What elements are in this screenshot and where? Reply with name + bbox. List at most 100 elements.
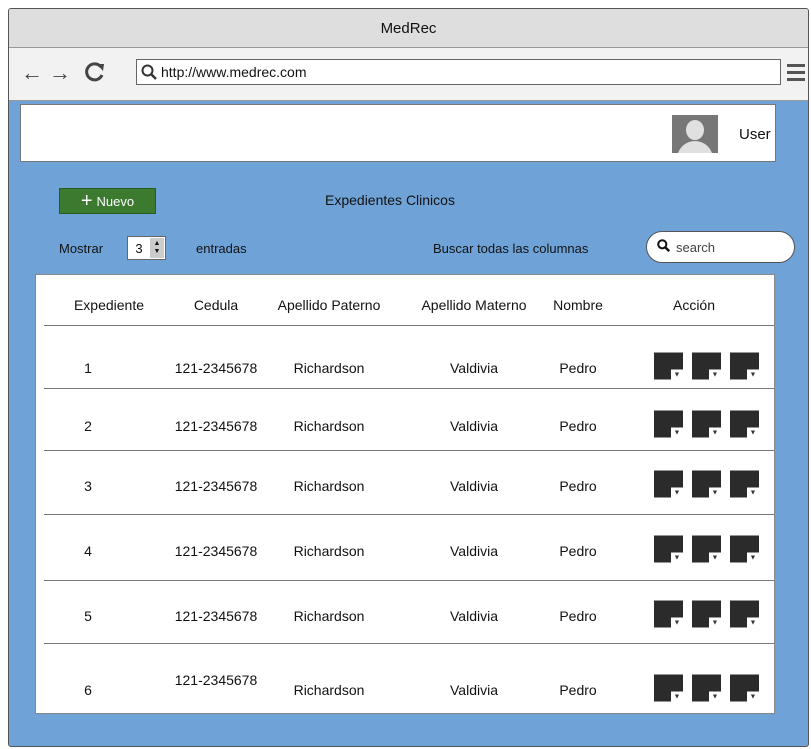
refresh-icon[interactable] [84,61,106,87]
action-dropdown-button[interactable]: ▼ [692,410,721,438]
search-icon [657,239,671,255]
user-label[interactable]: User [739,126,771,143]
cell-apellido-materno: Valdivia [450,608,498,624]
new-button-label: Nuevo [96,193,135,209]
row-actions: ▼ ▼ ▼ [654,600,759,628]
cell-cedula: 121-2345678 [174,672,258,688]
column-header[interactable]: Apellido Materno [421,297,526,313]
action-dropdown-button[interactable]: ▼ [730,600,759,628]
cell-apellido-materno: Valdivia [450,418,498,434]
dropdown-arrow-icon: ▼ [747,617,759,628]
divider [44,388,774,389]
action-dropdown-button[interactable]: ▼ [730,410,759,438]
action-dropdown-button[interactable]: ▼ [654,470,683,498]
row-actions: ▼ ▼ ▼ [654,352,759,380]
divider [44,514,774,515]
address-bar[interactable]: http://www.medrec.com [136,59,781,85]
dropdown-arrow-icon: ▼ [671,617,683,628]
divider [44,325,774,326]
column-header[interactable]: Acción [673,297,715,313]
divider [44,450,774,451]
dropdown-arrow-icon: ▼ [671,691,683,702]
forward-icon[interactable]: → [49,62,71,84]
cell-nombre: Pedro [559,360,597,376]
action-dropdown-button[interactable]: ▼ [692,535,721,563]
page-title: Expedientes Clinicos [325,192,455,208]
action-dropdown-button[interactable]: ▼ [692,600,721,628]
cell-expediente: 6 [84,682,92,698]
action-dropdown-button[interactable]: ▼ [654,535,683,563]
cell-apellido-paterno: Richardson [293,418,365,434]
cell-apellido-paterno: Richardson [293,543,365,559]
dropdown-arrow-icon: ▼ [747,369,759,380]
back-icon[interactable]: ← [21,62,43,84]
avatar[interactable] [672,115,718,153]
row-actions: ▼ ▼ ▼ [654,470,759,498]
cell-apellido-paterno: Richardson [293,608,365,624]
action-dropdown-button[interactable]: ▼ [692,470,721,498]
cell-apellido-materno: Valdivia [450,543,498,559]
cell-nombre: Pedro [559,682,597,698]
dropdown-arrow-icon: ▼ [709,617,721,628]
cell-expediente: 2 [84,418,92,434]
cell-expediente: 1 [84,360,92,376]
cell-nombre: Pedro [559,608,597,624]
cell-cedula: 121-2345678 [174,608,258,624]
search-icon [137,64,161,80]
dropdown-arrow-icon: ▼ [747,552,759,563]
cell-apellido-paterno: Richardson [293,360,365,376]
records-table: Expediente Cedula Apellido Paterno Apell… [35,274,775,714]
action-dropdown-button[interactable]: ▼ [730,674,759,702]
menu-icon[interactable] [787,64,805,85]
row-actions: ▼ ▼ ▼ [654,410,759,438]
search-input[interactable] [674,238,778,256]
cell-nombre: Pedro [559,418,597,434]
action-dropdown-button[interactable]: ▼ [654,674,683,702]
action-dropdown-button[interactable]: ▼ [692,352,721,380]
column-header[interactable]: Apellido Paterno [278,297,381,313]
dropdown-arrow-icon: ▼ [671,552,683,563]
cell-apellido-materno: Valdivia [450,682,498,698]
action-dropdown-button[interactable]: ▼ [692,674,721,702]
row-actions: ▼ ▼ ▼ [654,535,759,563]
cell-cedula: 121-2345678 [174,478,258,494]
cell-cedula: 121-2345678 [174,543,258,559]
divider [44,643,774,644]
action-dropdown-button[interactable]: ▼ [730,535,759,563]
cell-cedula: 121-2345678 [174,418,258,434]
action-dropdown-button[interactable]: ▼ [730,470,759,498]
app-header: User [20,104,776,162]
dropdown-arrow-icon: ▼ [747,427,759,438]
entries-stepper[interactable]: 3 ▲ ▼ [127,236,166,260]
column-header[interactable]: Expediente [74,297,144,313]
dropdown-arrow-icon: ▼ [671,427,683,438]
dropdown-arrow-icon: ▼ [747,487,759,498]
new-record-button[interactable]: + Nuevo [59,188,156,214]
column-header[interactable]: Nombre [553,297,603,313]
action-dropdown-button[interactable]: ▼ [654,600,683,628]
search-label: Buscar todas las columnas [433,241,589,256]
cell-nombre: Pedro [559,543,597,559]
cell-nombre: Pedro [559,478,597,494]
window-title: MedRec [380,19,437,37]
row-actions: ▼ ▼ ▼ [654,674,759,702]
search-field[interactable] [646,231,795,263]
cell-apellido-paterno: Richardson [293,682,365,698]
action-dropdown-button[interactable]: ▼ [654,410,683,438]
action-dropdown-button[interactable]: ▼ [654,352,683,380]
dropdown-arrow-icon: ▼ [671,369,683,380]
cell-expediente: 3 [84,478,92,494]
cell-expediente: 5 [84,608,92,624]
cell-apellido-paterno: Richardson [293,478,365,494]
action-dropdown-button[interactable]: ▼ [730,352,759,380]
show-label: Mostrar [59,241,104,256]
cell-expediente: 4 [84,543,92,559]
title-bar: MedRec [9,9,808,48]
plus-icon: + [80,190,93,212]
dropdown-arrow-icon: ▼ [709,369,721,380]
column-header[interactable]: Cedula [194,297,238,313]
dropdown-arrow-icon: ▼ [671,487,683,498]
dropdown-arrow-icon: ▼ [709,427,721,438]
stepper-arrows-icon[interactable]: ▲ ▼ [150,238,164,258]
cell-apellido-materno: Valdivia [450,478,498,494]
